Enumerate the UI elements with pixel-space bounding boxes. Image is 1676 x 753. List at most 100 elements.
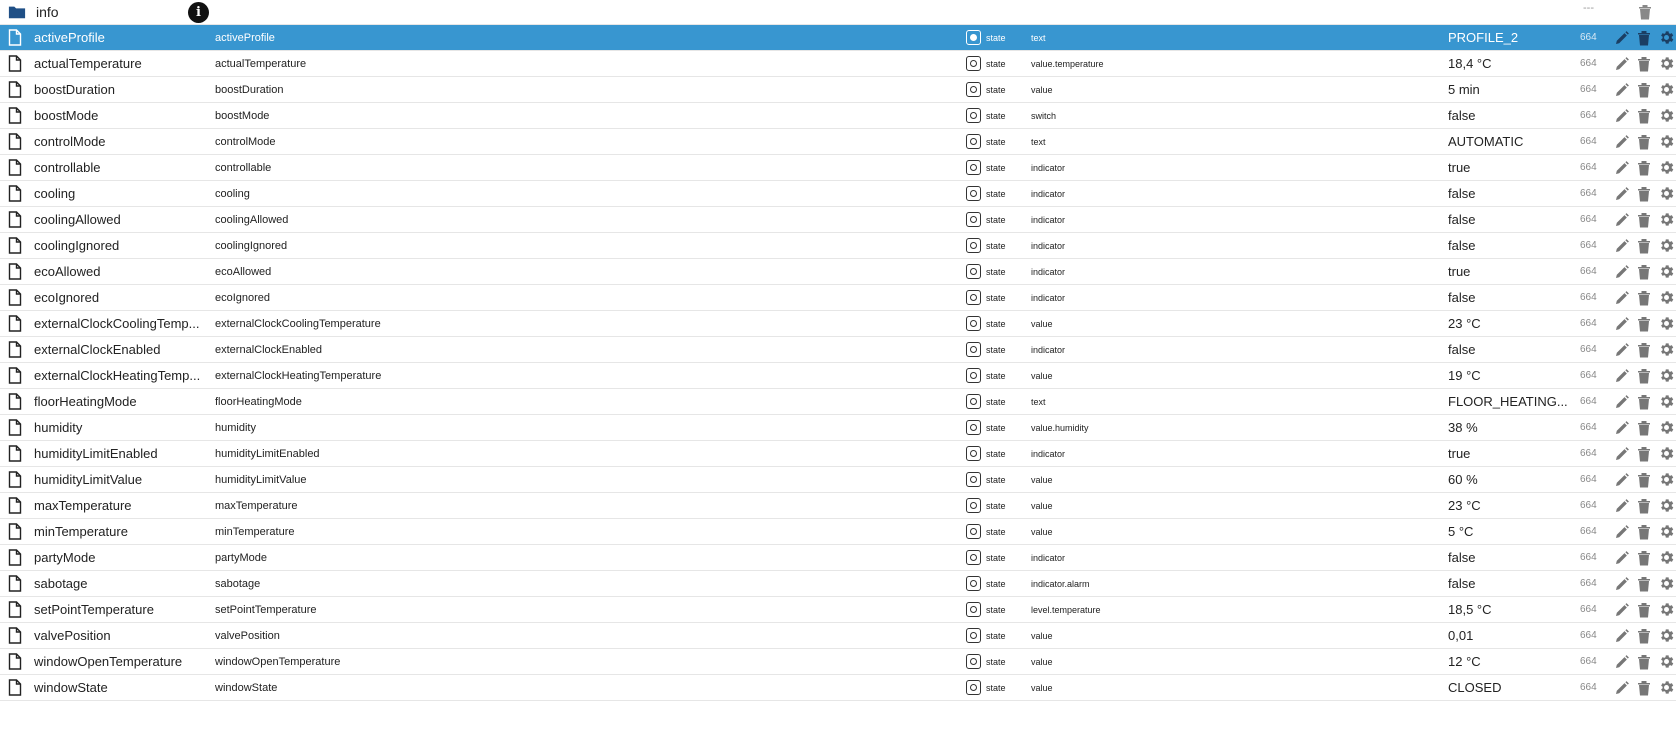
object-id[interactable]: humidityLimitValue <box>34 467 206 492</box>
object-value[interactable]: AUTOMATIC <box>1448 129 1573 154</box>
state-row-controllable[interactable]: controllable controllable state indicato… <box>0 155 1676 181</box>
object-id[interactable]: ecoAllowed <box>34 259 206 284</box>
delete-button[interactable] <box>1634 106 1654 126</box>
settings-button[interactable] <box>1656 548 1676 568</box>
object-id[interactable]: ecoIgnored <box>34 285 206 310</box>
edit-button[interactable] <box>1612 548 1632 568</box>
edit-button[interactable] <box>1612 600 1632 620</box>
state-row-ecoIgnored[interactable]: ecoIgnored ecoIgnored state indicator fa… <box>0 285 1676 311</box>
edit-button[interactable] <box>1612 106 1632 126</box>
state-row-sabotage[interactable]: sabotage sabotage state indicator.alarm … <box>0 571 1676 597</box>
folder-label[interactable]: info <box>36 0 59 24</box>
object-value[interactable]: 0,01 <box>1448 623 1573 648</box>
state-row-controlMode[interactable]: controlMode controlMode state text AUTOM… <box>0 129 1676 155</box>
object-id[interactable]: humidityLimitEnabled <box>34 441 206 466</box>
object-value[interactable]: 5 °C <box>1448 519 1573 544</box>
object-value[interactable]: 23 °C <box>1448 311 1573 336</box>
object-id[interactable]: controlMode <box>34 129 206 154</box>
state-row-boostDuration[interactable]: boostDuration boostDuration state value … <box>0 77 1676 103</box>
edit-button[interactable] <box>1612 262 1632 282</box>
delete-button[interactable] <box>1634 522 1654 542</box>
object-id[interactable]: externalClockCoolingTemp... <box>34 311 206 336</box>
object-id[interactable]: boostDuration <box>34 77 206 102</box>
object-id[interactable]: humidity <box>34 415 206 440</box>
object-id[interactable]: maxTemperature <box>34 493 206 518</box>
object-value[interactable]: FLOOR_HEATING... <box>1448 389 1573 414</box>
object-value[interactable]: true <box>1448 155 1573 180</box>
settings-button[interactable] <box>1656 262 1676 282</box>
folder-row-info[interactable]: info i --- <box>0 0 1676 25</box>
object-id[interactable]: coolingIgnored <box>34 233 206 258</box>
settings-button[interactable] <box>1656 418 1676 438</box>
edit-button[interactable] <box>1612 496 1632 516</box>
edit-button[interactable] <box>1612 652 1632 672</box>
object-value[interactable]: false <box>1448 337 1573 362</box>
edit-button[interactable] <box>1612 522 1632 542</box>
state-row-setPointTemperature[interactable]: setPointTemperature setPointTemperature … <box>0 597 1676 623</box>
edit-button[interactable] <box>1612 444 1632 464</box>
settings-button[interactable] <box>1656 626 1676 646</box>
delete-button[interactable] <box>1634 288 1654 308</box>
edit-button[interactable] <box>1612 392 1632 412</box>
edit-button[interactable] <box>1612 626 1632 646</box>
settings-button[interactable] <box>1656 210 1676 230</box>
delete-button[interactable] <box>1634 574 1654 594</box>
folder-icon[interactable] <box>8 0 26 24</box>
object-value[interactable]: 19 °C <box>1448 363 1573 388</box>
state-row-maxTemperature[interactable]: maxTemperature maxTemperature state valu… <box>0 493 1676 519</box>
object-id[interactable]: externalClockEnabled <box>34 337 206 362</box>
delete-button[interactable] <box>1634 496 1654 516</box>
object-value[interactable]: 5 min <box>1448 77 1573 102</box>
object-id[interactable]: cooling <box>34 181 206 206</box>
edit-button[interactable] <box>1612 340 1632 360</box>
settings-button[interactable] <box>1656 340 1676 360</box>
object-value[interactable]: 23 °C <box>1448 493 1573 518</box>
object-value[interactable]: true <box>1448 441 1573 466</box>
delete-button[interactable] <box>1634 184 1654 204</box>
object-value[interactable]: true <box>1448 259 1573 284</box>
object-id[interactable]: controllable <box>34 155 206 180</box>
state-row-floorHeatingMode[interactable]: floorHeatingMode floorHeatingMode state … <box>0 389 1676 415</box>
delete-button[interactable] <box>1634 626 1654 646</box>
object-value[interactable]: false <box>1448 285 1573 310</box>
object-id[interactable]: windowState <box>34 675 206 700</box>
state-row-minTemperature[interactable]: minTemperature minTemperature state valu… <box>0 519 1676 545</box>
edit-button[interactable] <box>1612 54 1632 74</box>
object-id[interactable]: setPointTemperature <box>34 597 206 622</box>
state-row-windowOpenTemperature[interactable]: windowOpenTemperature windowOpenTemperat… <box>0 649 1676 675</box>
edit-button[interactable] <box>1612 80 1632 100</box>
state-row-humidityLimitValue[interactable]: humidityLimitValue humidityLimitValue st… <box>0 467 1676 493</box>
edit-button[interactable] <box>1612 574 1632 594</box>
edit-button[interactable] <box>1612 158 1632 178</box>
settings-button[interactable] <box>1656 314 1676 334</box>
delete-button[interactable] <box>1634 470 1654 490</box>
state-row-coolingAllowed[interactable]: coolingAllowed coolingAllowed state indi… <box>0 207 1676 233</box>
state-row-coolingIgnored[interactable]: coolingIgnored coolingIgnored state indi… <box>0 233 1676 259</box>
object-value[interactable]: 38 % <box>1448 415 1573 440</box>
state-row-valvePosition[interactable]: valvePosition valvePosition state value … <box>0 623 1676 649</box>
state-row-ecoAllowed[interactable]: ecoAllowed ecoAllowed state indicator tr… <box>0 259 1676 285</box>
state-row-externalClockCoolingTemperature[interactable]: externalClockCoolingTemp... externalCloc… <box>0 311 1676 337</box>
settings-button[interactable] <box>1656 652 1676 672</box>
settings-button[interactable] <box>1656 522 1676 542</box>
delete-button[interactable] <box>1634 28 1654 48</box>
state-row-actualTemperature[interactable]: actualTemperature actualTemperature stat… <box>0 51 1676 77</box>
delete-button[interactable] <box>1634 210 1654 230</box>
settings-button[interactable] <box>1656 158 1676 178</box>
edit-button[interactable] <box>1612 288 1632 308</box>
object-value[interactable]: 18,5 °C <box>1448 597 1573 622</box>
settings-button[interactable] <box>1656 574 1676 594</box>
edit-button[interactable] <box>1612 470 1632 490</box>
state-row-activeProfile[interactable]: activeProfile activeProfile state text P… <box>0 25 1676 51</box>
object-value[interactable]: PROFILE_2 <box>1448 25 1573 50</box>
delete-folder-button[interactable] <box>1635 2 1655 22</box>
settings-button[interactable] <box>1656 132 1676 152</box>
delete-button[interactable] <box>1634 548 1654 568</box>
state-row-externalClockHeatingTemperature[interactable]: externalClockHeatingTemp... externalCloc… <box>0 363 1676 389</box>
settings-button[interactable] <box>1656 600 1676 620</box>
delete-button[interactable] <box>1634 314 1654 334</box>
settings-button[interactable] <box>1656 80 1676 100</box>
object-value[interactable]: false <box>1448 571 1573 596</box>
settings-button[interactable] <box>1656 444 1676 464</box>
object-id[interactable]: externalClockHeatingTemp... <box>34 363 206 388</box>
